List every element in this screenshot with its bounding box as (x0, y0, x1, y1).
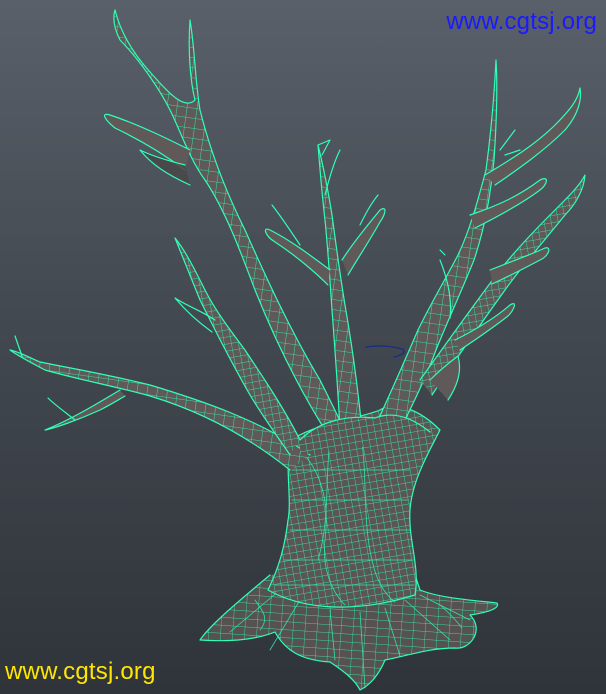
branch-center (264, 139, 386, 431)
viewport-3d[interactable]: www.cgtsj.org www.cgtsj.org (0, 0, 606, 694)
watermark-top: www.cgtsj.org (446, 8, 597, 35)
branch-left-main (103, 9, 346, 433)
nurbs-curve[interactable] (365, 345, 405, 358)
branch-right-main (377, 59, 582, 441)
watermark-bottom: www.cgtsj.org (5, 658, 156, 685)
tree-mesh-wireframe[interactable] (0, 0, 606, 694)
